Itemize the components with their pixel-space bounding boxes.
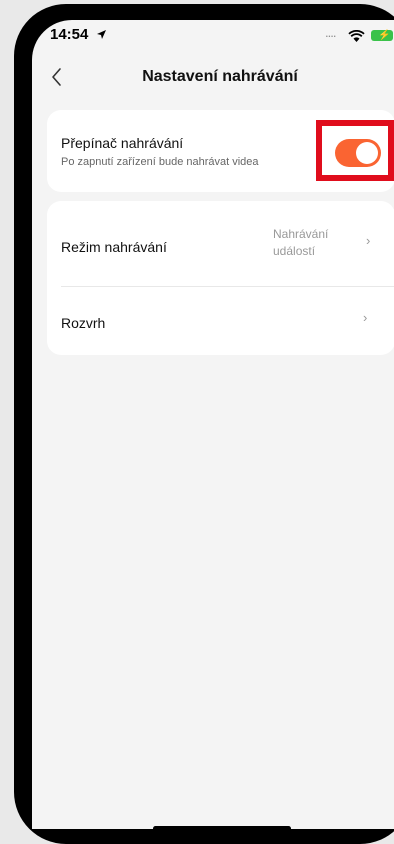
status-time: 14:54	[50, 26, 89, 43]
app-screen: 14:54 .... ⚡ Nastavení nahrávání Přepína…	[32, 20, 394, 829]
settings-card: Režim nahrávání Nahrávání událostí › Roz…	[47, 201, 394, 355]
divider	[61, 286, 394, 287]
recording-toggle-switch[interactable]	[335, 139, 381, 167]
chevron-right-icon: ›	[366, 233, 371, 248]
wifi-icon	[348, 30, 365, 42]
recording-mode-value-line2: událostí	[273, 244, 316, 258]
recording-mode-row[interactable]: Režim nahrávání Nahrávání událostí ›	[47, 211, 394, 281]
battery-icon: ⚡	[371, 30, 393, 41]
toggle-knob	[356, 142, 378, 164]
recording-mode-label: Režim nahrávání	[61, 239, 167, 255]
chevron-right-icon: ›	[363, 310, 368, 325]
phone-frame: 14:54 .... ⚡ Nastavení nahrávání Přepína…	[14, 4, 394, 844]
schedule-label: Rozvrh	[61, 315, 106, 331]
location-arrow-icon	[97, 30, 106, 39]
recording-mode-value: Nahrávání událostí	[273, 226, 328, 260]
page-title: Nastavení nahrávání	[142, 68, 298, 85]
status-bar: 14:54 .... ⚡	[32, 20, 394, 54]
charging-bolt-icon: ⚡	[378, 30, 391, 41]
signal-icon: ....	[325, 25, 336, 40]
recording-switch-card: Přepínač nahrávání Po zapnutí zařízení b…	[47, 110, 394, 192]
recording-switch-description: Po zapnutí zařízení bude nahrávat videa	[61, 156, 259, 168]
navigation-bar: Nastavení nahrávání	[32, 64, 394, 98]
home-indicator[interactable]	[153, 826, 291, 829]
recording-mode-value-line1: Nahrávání	[273, 227, 329, 241]
recording-switch-title: Přepínač nahrávání	[61, 135, 184, 151]
schedule-row[interactable]: Rozvrh ›	[47, 293, 394, 363]
